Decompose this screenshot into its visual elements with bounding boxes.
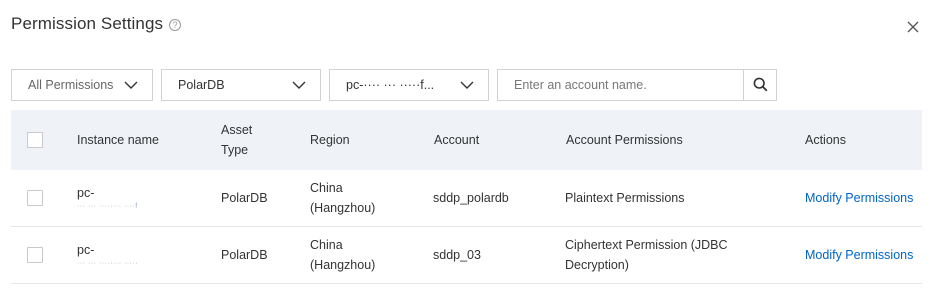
account-permissions-line2: Decryption) — [565, 258, 629, 272]
instance-name-prefix: pc- — [77, 186, 95, 200]
search-icon — [753, 77, 768, 92]
table-header: Instance name Asset Type Region Account … — [11, 110, 922, 170]
region-line1: China — [310, 181, 343, 195]
column-header-account-permissions: Account Permissions — [566, 133, 683, 147]
select-all-checkbox[interactable] — [27, 132, 43, 148]
permission-filter-value: All Permissions — [28, 78, 114, 92]
account-permissions-line1: Ciphertext Permission (JDBC — [565, 238, 728, 252]
asset-type-cell: PolarDB — [221, 248, 268, 262]
account-search-input[interactable] — [498, 70, 744, 100]
instance-name-masked: ··· ··· ········ ····f — [77, 203, 138, 210]
column-header-asset-type: Asset Type — [221, 110, 252, 170]
permissions-table: Instance name Asset Type Region Account … — [11, 110, 922, 284]
account-cell: sddp_03 — [433, 248, 481, 262]
column-header-actions: Actions — [805, 133, 846, 147]
region-line1: China — [310, 238, 343, 252]
account-cell: sddp_polardb — [433, 191, 509, 205]
instance-select[interactable]: pc-···· ··· ·····f... — [329, 69, 489, 101]
table-row: pc- ··· ··· ········ ····· PolarDB China… — [11, 227, 922, 284]
close-icon[interactable] — [906, 20, 920, 34]
modify-permissions-link[interactable]: Modify Permissions — [805, 227, 913, 283]
column-header-instance-name: Instance name — [77, 133, 159, 147]
dialog-header: Permission Settings ? — [11, 14, 182, 34]
table-row: pc- ··· ··· ········ ····f PolarDB China… — [11, 170, 922, 227]
region-line2: (Hangzhou) — [310, 201, 376, 215]
dialog-title: Permission Settings — [11, 14, 164, 33]
region-cell: China (Hangzhou) — [310, 227, 375, 283]
region-cell: China (Hangzhou) — [310, 170, 375, 226]
region-line2: (Hangzhou) — [310, 258, 376, 272]
modify-permissions-link[interactable]: Modify Permissions — [805, 170, 913, 226]
db-type-select[interactable]: PolarDB — [161, 69, 321, 101]
instance-select-value: pc-···· ··· ·····f... — [346, 78, 435, 92]
question-circle-icon[interactable]: ? — [169, 19, 182, 31]
asset-type-cell: PolarDB — [221, 191, 268, 205]
db-type-value: PolarDB — [178, 78, 225, 92]
chevron-down-icon — [292, 81, 306, 89]
instance-name-prefix: pc- — [77, 243, 95, 257]
account-permissions-cell: Ciphertext Permission (JDBC Decryption) — [565, 227, 728, 283]
instance-name-cell: pc- ··· ··· ········ ····· — [77, 227, 138, 283]
column-header-asset-type-line1: Asset — [221, 123, 253, 137]
permission-filter-select[interactable]: All Permissions — [11, 69, 153, 101]
row-checkbox[interactable] — [27, 247, 43, 263]
instance-name-cell: pc- ··· ··· ········ ····f — [77, 170, 138, 226]
instance-name-masked: ··· ··· ········ ····· — [77, 260, 139, 267]
column-header-region: Region — [310, 133, 350, 147]
chevron-down-icon — [124, 81, 138, 89]
column-header-asset-type-line2: Type — [221, 143, 249, 157]
search-button[interactable] — [743, 70, 776, 100]
account-search — [497, 69, 777, 101]
account-permissions-cell: Plaintext Permissions — [565, 191, 685, 205]
row-checkbox[interactable] — [27, 190, 43, 206]
chevron-down-icon — [460, 81, 474, 89]
column-header-account: Account — [434, 133, 480, 147]
